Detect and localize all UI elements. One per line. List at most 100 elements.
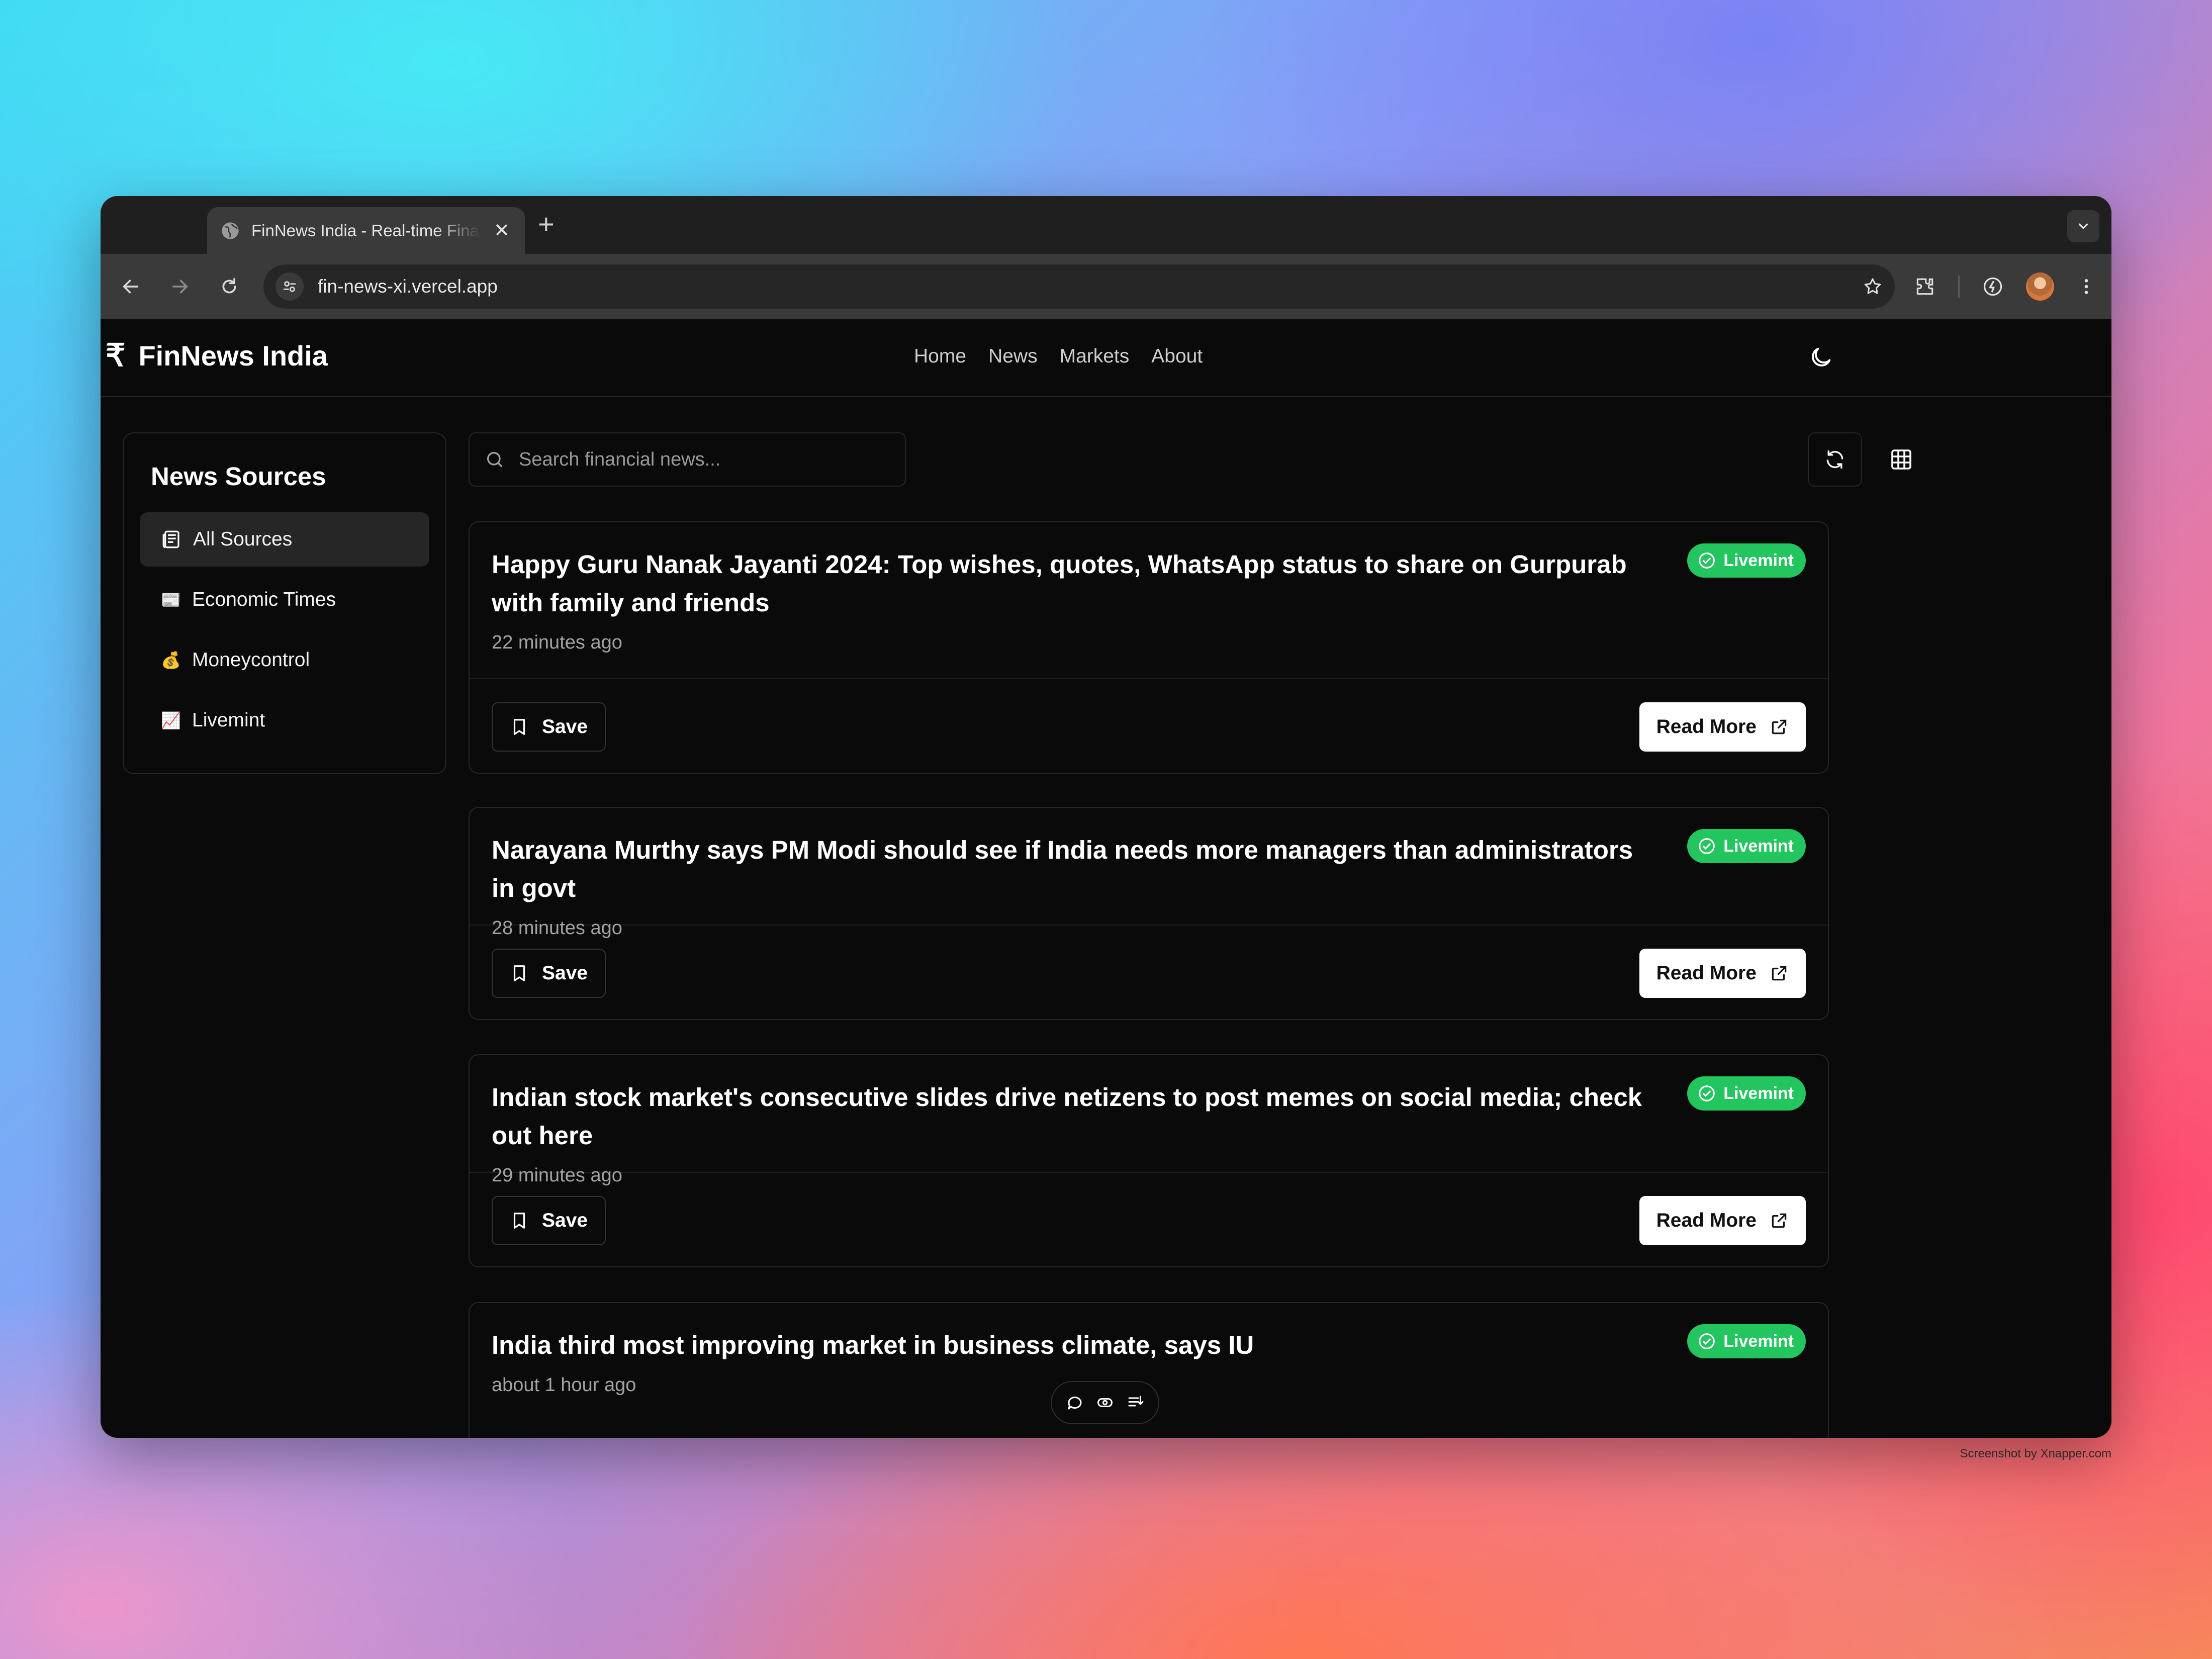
chevron-down-icon	[2078, 223, 2088, 230]
kebab-menu-icon[interactable]	[2076, 276, 2096, 297]
save-label: Save	[542, 962, 588, 984]
new-tab-button[interactable]: +	[538, 210, 555, 238]
badge-label: Livemint	[1723, 1083, 1794, 1103]
grid-view-button[interactable]	[1874, 432, 1928, 487]
sidebar-item-label: Livemint	[192, 709, 265, 731]
refresh-icon	[1826, 450, 1844, 469]
source-badge: Livemint	[1687, 1076, 1806, 1111]
check-circle-icon	[1699, 838, 1715, 854]
source-badge: Livemint	[1687, 543, 1806, 578]
check-circle-icon	[1699, 1333, 1715, 1349]
list-icon[interactable]	[1126, 1394, 1144, 1412]
read-more-button[interactable]: Read More	[1639, 1196, 1806, 1245]
news-card: Indian stock market's consecutive slides…	[469, 1054, 1829, 1267]
arrow-left-icon	[123, 280, 139, 294]
card-actions: Save Read More	[470, 1173, 1828, 1268]
card-actions: Save Read More	[470, 926, 1828, 1021]
screenshot-credit: Screenshot by Xnapper.com	[1960, 1447, 2111, 1460]
sidebar-item-livemint[interactable]: 📈 Livemint	[140, 693, 429, 748]
article-time: 29 minutes ago	[492, 1165, 622, 1186]
newspaper-emoji-icon: 📰	[161, 591, 181, 609]
save-label: Save	[542, 716, 588, 738]
article-title[interactable]: India third most improving market in bus…	[492, 1326, 1643, 1364]
tune-icon	[284, 281, 296, 292]
brand-name: FinNews India	[138, 340, 328, 372]
browser-toolbar: fin-news-xi.vercel.app	[101, 254, 2111, 319]
save-label: Save	[542, 1210, 588, 1231]
bookmark-icon	[513, 719, 525, 735]
read-more-button[interactable]: Read More	[1639, 702, 1806, 752]
globe-icon	[222, 222, 239, 239]
floating-toolbar	[1051, 1381, 1159, 1424]
news-card: Narayana Murthy says PM Modi should see …	[469, 807, 1829, 1020]
browser-window: FinNews India - Real-time Financial News…	[101, 196, 2111, 1438]
read-more-button[interactable]: Read More	[1639, 949, 1806, 998]
refresh-button[interactable]	[1808, 432, 1862, 487]
profile-avatar[interactable]	[2026, 272, 2054, 301]
app-header: ₹ FinNews India Home News Markets About	[101, 319, 2111, 397]
read-more-label: Read More	[1656, 716, 1757, 738]
moon-icon	[1812, 347, 1831, 366]
toolbar-actions	[1914, 272, 2096, 301]
search-input[interactable]	[519, 448, 890, 471]
save-button[interactable]: Save	[492, 702, 606, 752]
tab-title: FinNews India - Real-time Financial News	[251, 221, 481, 240]
chart-emoji-icon: 📈	[161, 711, 181, 729]
nav-about[interactable]: About	[1151, 345, 1203, 367]
tab-strip: FinNews India - Real-time Financial News…	[101, 196, 2111, 254]
reload-button[interactable]	[214, 271, 244, 302]
site-info-button[interactable]	[275, 272, 304, 301]
nav-markets[interactable]: Markets	[1060, 345, 1130, 367]
bookmark-icon	[513, 1213, 525, 1229]
arrow-right-icon	[172, 280, 188, 294]
reload-icon	[222, 278, 236, 294]
page-viewport: ₹ FinNews India Home News Markets About …	[101, 319, 2111, 1438]
check-circle-icon	[1699, 552, 1715, 569]
read-more-label: Read More	[1656, 1210, 1757, 1231]
sidebar-item-moneycontrol[interactable]: 💰 Moneycontrol	[140, 633, 429, 687]
nav-news[interactable]: News	[988, 345, 1038, 367]
bookmark-icon	[513, 965, 525, 981]
search-box	[469, 432, 906, 487]
url-text: fin-news-xi.vercel.app	[318, 276, 498, 297]
article-time: 28 minutes ago	[492, 917, 622, 939]
nav-home[interactable]: Home	[914, 345, 966, 367]
money-bag-emoji-icon: 💰	[161, 651, 181, 669]
news-card: Happy Guru Nanak Jayanti 2024: Top wishe…	[469, 521, 1829, 774]
article-title[interactable]: Indian stock market's consecutive slides…	[492, 1078, 1643, 1155]
extensions-icon[interactable]	[1914, 275, 1936, 298]
article-title[interactable]: Narayana Murthy says PM Modi should see …	[492, 831, 1643, 907]
tab-search-button[interactable]	[2067, 210, 2099, 242]
sidebar-item-label: All Sources	[193, 528, 293, 550]
theme-toggle-button[interactable]	[1805, 341, 1837, 374]
browser-tab[interactable]: FinNews India - Real-time Financial News…	[207, 207, 525, 254]
address-bar[interactable]: fin-news-xi.vercel.app	[263, 264, 1895, 309]
sidebar-item-label: Moneycontrol	[192, 649, 310, 671]
read-more-label: Read More	[1656, 962, 1757, 984]
back-button[interactable]	[116, 271, 146, 302]
forward-button[interactable]	[165, 271, 195, 302]
external-link-icon	[1772, 719, 1787, 734]
brand[interactable]: ₹ FinNews India	[106, 339, 328, 372]
performance-icon[interactable]	[1982, 275, 2004, 298]
save-button[interactable]: Save	[492, 949, 606, 998]
source-badge: Livemint	[1687, 829, 1806, 863]
sidebar-item-economic-times[interactable]: 📰 Economic Times	[140, 573, 429, 627]
sidebar-title: News Sources	[151, 462, 326, 491]
badge-label: Livemint	[1723, 1331, 1794, 1351]
source-badge: Livemint	[1687, 1324, 1806, 1358]
comment-icon[interactable]	[1066, 1394, 1084, 1412]
save-button[interactable]: Save	[492, 1196, 606, 1245]
check-circle-icon	[1699, 1085, 1715, 1101]
tab-close-icon[interactable]: ✕	[492, 219, 512, 242]
news-sources-panel: News Sources All Sources 📰 Economic Time…	[123, 432, 446, 774]
badge-label: Livemint	[1723, 836, 1794, 856]
card-actions: Save Read More	[470, 679, 1828, 775]
sidebar-item-all-sources[interactable]: All Sources	[140, 512, 429, 567]
grid-icon	[1891, 449, 1911, 470]
sidebar-item-label: Economic Times	[192, 589, 336, 610]
toggle-icon[interactable]	[1096, 1394, 1114, 1412]
star-icon[interactable]	[1863, 276, 1883, 297]
article-title[interactable]: Happy Guru Nanak Jayanti 2024: Top wishe…	[492, 545, 1643, 622]
main-nav: Home News Markets About	[914, 345, 1203, 367]
